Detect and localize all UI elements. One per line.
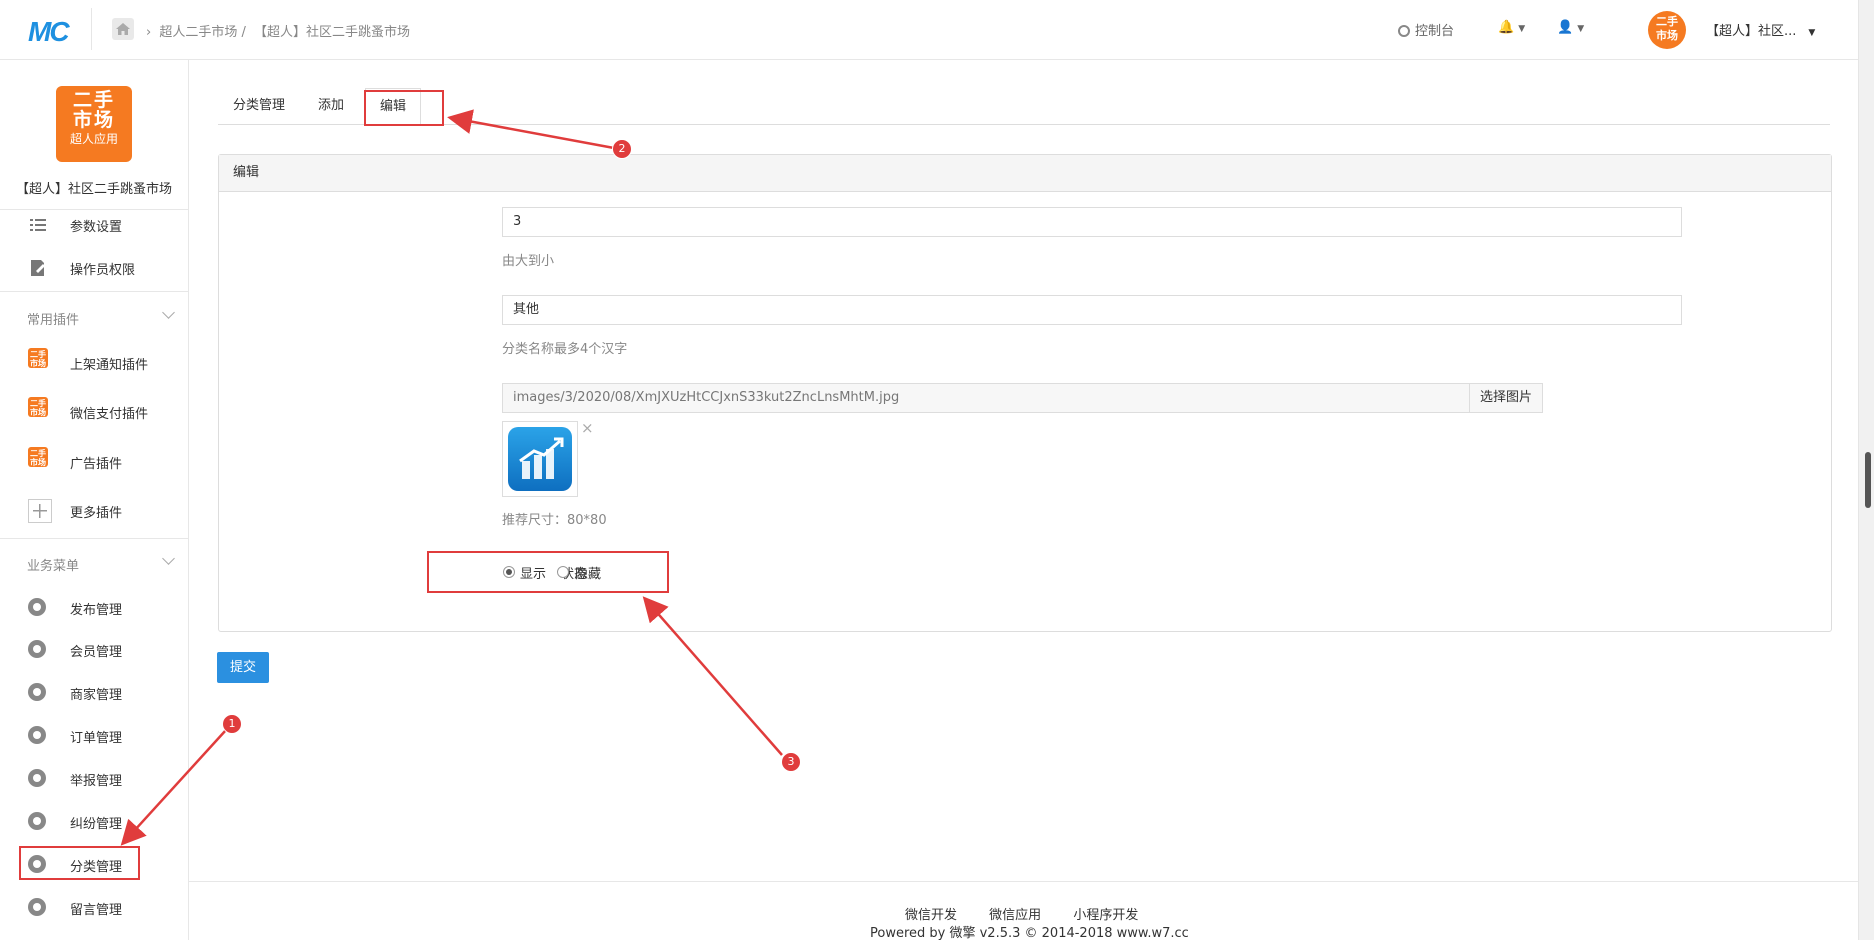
sidebar-item-label: 会员管理	[70, 645, 123, 660]
panel-title: 编辑	[219, 155, 1831, 192]
name-input[interactable]: 其他	[502, 295, 1682, 325]
scrollbar-thumb[interactable]	[1865, 452, 1871, 508]
footer-link-wechat-dev[interactable]: 微信开发	[905, 908, 957, 923]
list-icon	[28, 215, 48, 235]
annotation-badge-2: 2	[612, 139, 632, 159]
chevron-down-icon[interactable]	[162, 552, 175, 565]
image-thumbnail	[502, 421, 578, 497]
app-logo-title: 二手市场	[72, 89, 115, 131]
sidebar-item-reports[interactable]: 举报管理	[0, 763, 188, 793]
user-dropdown[interactable]: 👤 ▼	[1557, 20, 1584, 35]
caret-down-icon: ▼	[1808, 28, 1816, 38]
sidebar-item-more-plugins[interactable]: 更多插件	[0, 495, 188, 525]
plus-icon	[28, 499, 52, 523]
sidebar-item-operator-permissions[interactable]: 操作员权限	[0, 252, 188, 282]
sidebar-item-publish[interactable]: 发布管理	[0, 592, 188, 622]
bell-icon: 🔔	[1498, 20, 1515, 35]
tab-add[interactable]: 添加	[318, 88, 344, 124]
console-link[interactable]: 控制台	[1398, 20, 1454, 39]
sidebar: 二手市场 超人应用 【超人】社区二手跳蚤市场 参数设置 操作员权限 常用插件 二…	[0, 60, 189, 940]
image-path-input[interactable]: images/3/2020/08/XmJXUzHtCCJxnS33kut2Znc…	[502, 383, 1470, 413]
footer-link-wechat-apps[interactable]: 微信应用	[989, 908, 1041, 923]
brand-logo[interactable]: MC	[28, 16, 70, 48]
sidebar-item-members[interactable]: 会员管理	[0, 634, 188, 664]
breadcrumb-item-app[interactable]: 【超人】社区二手跳蚤市场	[254, 25, 410, 40]
gear-icon	[28, 640, 48, 660]
sidebar-item-listing-notify-plugin[interactable]: 二手 市场 上架通知插件	[0, 347, 188, 377]
divider	[91, 8, 92, 50]
sidebar-item-label: 举报管理	[70, 774, 123, 789]
annotation-box-edit-tab	[364, 90, 444, 126]
footer-links: 微信开发 微信应用 小程序开发	[905, 904, 1166, 923]
sidebar-item-label: 广告插件	[70, 457, 123, 472]
gear-icon	[28, 683, 48, 703]
dashboard-icon	[1398, 25, 1410, 37]
sidebar-item-ad-plugin[interactable]: 二手 市场 广告插件	[0, 446, 188, 476]
sidebar-item-label: 留言管理	[70, 903, 123, 918]
submit-button[interactable]: 提交	[217, 652, 269, 683]
divider	[0, 538, 188, 539]
caret-down-icon: ▼	[1518, 24, 1526, 34]
sort-help: 由大到小	[502, 254, 555, 269]
app-logo-subtitle: 超人应用	[69, 132, 118, 146]
app-name: 【超人】社区二手跳蚤市场	[15, 182, 172, 197]
sidebar-item-orders[interactable]: 订单管理	[0, 720, 188, 750]
chart-app-icon	[508, 427, 572, 491]
console-label: 控制台	[1415, 24, 1455, 39]
image-help: 推荐尺寸：80*80	[502, 513, 607, 528]
sidebar-item-label: 上架通知插件	[70, 358, 149, 373]
chevron-right-icon: ›	[146, 25, 152, 40]
top-bar: MC › 超人二手市场 / 【超人】社区二手跳蚤市场 控制台 🔔 ▼ 👤 ▼ 二手市…	[0, 0, 1858, 60]
annotation-box-category-menu	[19, 846, 140, 880]
annotation-badge-3: 3	[781, 752, 801, 772]
account-switcher[interactable]: 【超人】社区... ▼	[1706, 20, 1815, 39]
sidebar-item-label: 操作员权限	[70, 263, 136, 278]
gear-icon	[28, 769, 48, 789]
app-icon: 二手 市场	[28, 348, 48, 368]
tab-bar: 分类管理 添加 编辑	[218, 88, 1830, 126]
edit-doc-icon	[28, 258, 48, 278]
sidebar-item-label: 参数设置	[70, 220, 123, 235]
breadcrumb: › 超人二手市场 / 【超人】社区二手跳蚤市场	[146, 21, 414, 40]
gear-icon	[28, 598, 48, 618]
account-avatar[interactable]: 二手 市场	[1648, 11, 1686, 49]
sidebar-item-label: 纠纷管理	[70, 817, 123, 832]
app-icon: 二手 市场	[28, 447, 48, 467]
sort-input[interactable]: 3	[502, 207, 1682, 237]
annotation-badge-1: 1	[222, 714, 242, 734]
gear-icon	[28, 812, 48, 832]
app-icon: 二手 市场	[28, 397, 48, 417]
sidebar-item-label: 商家管理	[70, 688, 123, 703]
gear-icon	[28, 726, 48, 746]
name-help: 分类名称最多4个汉字	[502, 342, 628, 357]
sidebar-group-plugins: 常用插件	[27, 313, 80, 328]
footer-powered: Powered by 微擎 v2.5.3 © 2014-2018 www.w7.…	[870, 926, 1189, 941]
choose-image-button[interactable]: 选择图片	[1469, 383, 1544, 413]
app-logo: 二手市场 超人应用	[56, 86, 132, 162]
sidebar-item-messages[interactable]: 留言管理	[0, 892, 188, 922]
breadcrumb-item-market[interactable]: 超人二手市场 /	[159, 25, 246, 40]
sidebar-item-label: 微信支付插件	[70, 407, 149, 422]
sidebar-item-label: 发布管理	[70, 603, 123, 618]
gear-icon	[28, 898, 48, 918]
sidebar-item-disputes[interactable]: 纠纷管理	[0, 806, 188, 836]
divider	[0, 291, 188, 292]
footer-link-miniprogram[interactable]: 小程序开发	[1073, 908, 1138, 923]
home-icon[interactable]	[112, 18, 134, 40]
sidebar-item-label: 更多插件	[70, 506, 123, 521]
sidebar-item-wechat-pay-plugin[interactable]: 二手 市场 微信支付插件	[0, 396, 188, 426]
sidebar-item-settings[interactable]: 参数设置	[0, 209, 188, 239]
sidebar-item-merchants[interactable]: 商家管理	[0, 677, 188, 707]
notification-dropdown[interactable]: 🔔 ▼	[1498, 20, 1525, 35]
annotation-box-status	[427, 551, 669, 593]
sidebar-item-label: 订单管理	[70, 731, 123, 746]
caret-down-icon: ▼	[1577, 24, 1585, 34]
account-label: 【超人】社区...	[1706, 24, 1797, 39]
sidebar-group-business: 业务菜单	[27, 559, 80, 574]
divider	[189, 881, 1858, 882]
user-icon: 👤	[1557, 20, 1574, 35]
chevron-down-icon[interactable]	[162, 306, 175, 319]
tab-category-management[interactable]: 分类管理	[233, 88, 285, 124]
remove-image-icon[interactable]: ×	[581, 419, 594, 437]
